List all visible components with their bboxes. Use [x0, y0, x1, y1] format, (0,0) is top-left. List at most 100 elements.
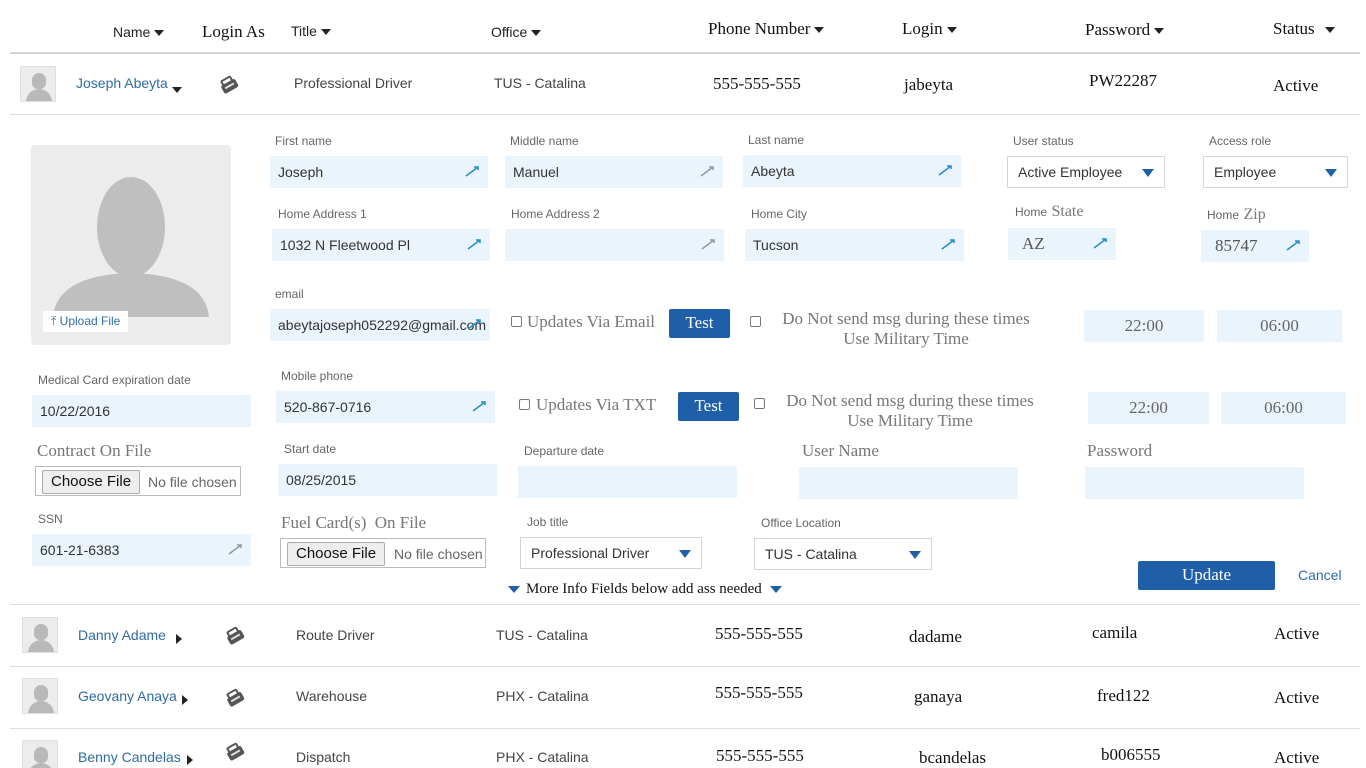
collapse-caret-icon[interactable] — [172, 81, 182, 99]
ssn-field[interactable]: 601-21-6383 — [32, 534, 251, 566]
edit-icon[interactable] — [700, 237, 718, 251]
row-office: TUS - Catalina — [496, 627, 588, 643]
update-button[interactable]: Update — [1138, 561, 1275, 590]
start-date-field[interactable]: 08/25/2015 — [278, 464, 497, 496]
expand-caret-icon[interactable] — [182, 691, 188, 709]
start-date-label: Start date — [284, 442, 337, 456]
password-label: Password — [1087, 441, 1153, 460]
choose-file-button[interactable]: Choose File — [42, 470, 141, 494]
row-name-link[interactable]: Joseph Abeyta — [76, 75, 168, 91]
login-as-icon[interactable] — [218, 74, 240, 101]
departure-date-field[interactable] — [518, 466, 737, 498]
updates-email-checkbox[interactable] — [511, 316, 522, 327]
edit-icon[interactable] — [227, 542, 245, 556]
avatar — [20, 66, 56, 102]
dnd-txt-checkbox[interactable] — [754, 398, 765, 409]
mobile-phone-label: Mobile phone — [281, 369, 354, 383]
home-address1-field[interactable]: 1032 N Fleetwood Pl — [272, 229, 490, 261]
col-header-status[interactable]: Status — [1273, 19, 1335, 39]
username-field[interactable] — [799, 467, 1018, 499]
col-header-phone[interactable]: Phone Number — [708, 19, 825, 39]
row-password: fred122 — [1097, 686, 1150, 705]
file-status: No file chosen — [394, 546, 483, 562]
email-start-time-field[interactable]: 22:00 — [1084, 310, 1204, 342]
login-as-icon[interactable] — [224, 741, 246, 768]
upload-icon: ⤒ — [51, 314, 57, 328]
home-address2-label: Home Address 2 — [511, 207, 600, 221]
col-header-name[interactable]: Name — [113, 24, 165, 40]
password-field[interactable] — [1085, 467, 1304, 499]
edit-icon[interactable] — [699, 164, 717, 178]
home-address2-field[interactable] — [505, 229, 724, 261]
dropdown-arrow-icon — [1142, 169, 1154, 177]
mobile-phone-field[interactable]: 520-867-0716 — [276, 391, 495, 423]
row-divider — [10, 114, 1360, 115]
login-as-icon[interactable] — [224, 625, 246, 652]
chevron-down-icon — [508, 586, 520, 594]
edit-icon[interactable] — [940, 237, 958, 251]
file-status: No file chosen — [148, 474, 237, 490]
login-as-icon[interactable] — [224, 687, 246, 714]
row-login: ganaya — [914, 687, 963, 706]
edit-icon[interactable] — [1092, 236, 1110, 250]
updates-txt-checkbox[interactable] — [519, 399, 530, 410]
medical-card-label: Medical Card expiration date — [38, 373, 191, 387]
office-location-label: Office Location — [761, 516, 841, 530]
medical-card-date-field[interactable]: 10/22/2016 — [32, 395, 251, 427]
sort-caret-icon — [1324, 27, 1335, 34]
middle-name-label: Middle name — [510, 134, 579, 148]
row-title: Route Driver — [296, 627, 375, 643]
col-header-password[interactable]: Password — [1085, 20, 1165, 40]
edit-icon[interactable] — [471, 399, 489, 413]
edit-icon[interactable] — [466, 317, 484, 331]
fuel-card-label: Fuel Card(s) On File — [281, 513, 427, 532]
txt-start-time-field[interactable]: 22:00 — [1088, 392, 1209, 424]
col-header-title[interactable]: Title — [291, 23, 331, 39]
col-header-office[interactable]: Office — [491, 24, 542, 40]
edit-icon[interactable] — [466, 237, 484, 251]
home-zip-label: Home Zip — [1207, 206, 1266, 223]
row-phone: 555-555-555 — [715, 624, 803, 643]
dnd-email-checkbox[interactable] — [750, 316, 761, 327]
row-office: PHX - Catalina — [496, 749, 589, 765]
fuel-card-file-input[interactable]: Choose File No file chosen — [280, 538, 486, 568]
row-title: Warehouse — [296, 688, 368, 704]
expand-caret-icon[interactable] — [176, 630, 182, 648]
edit-icon[interactable] — [464, 164, 482, 178]
email-end-time-field[interactable]: 06:00 — [1217, 310, 1342, 342]
row-status: Active — [1274, 748, 1320, 767]
email-field[interactable]: abeytajoseph052292@gmail.com — [270, 309, 490, 341]
test-email-button[interactable]: Test — [669, 309, 730, 338]
row-name-link[interactable]: Benny Candelas — [78, 749, 181, 765]
cancel-button[interactable]: Cancel — [1298, 567, 1342, 583]
row-name-link[interactable]: Danny Adame — [78, 627, 166, 643]
more-info-toggle[interactable]: More Info Fields below add ass needed — [508, 581, 782, 598]
expand-caret-icon[interactable] — [187, 751, 193, 768]
home-state-label: Home State — [1015, 203, 1084, 220]
home-city-field[interactable]: Tucson — [745, 229, 964, 261]
txt-end-time-field[interactable]: 06:00 — [1221, 392, 1346, 424]
upload-file-button[interactable]: ⤒ Upload File — [43, 311, 129, 332]
row-divider — [10, 728, 1360, 729]
edit-icon[interactable] — [937, 163, 955, 177]
username-label: User Name — [802, 441, 879, 460]
job-title-select[interactable]: Professional Driver — [520, 537, 702, 569]
choose-file-button[interactable]: Choose File — [287, 542, 386, 566]
row-name-link[interactable]: Geovany Anaya — [78, 688, 177, 704]
user-status-select[interactable]: Active Employee — [1007, 156, 1165, 188]
access-role-select[interactable]: Employee — [1203, 156, 1348, 188]
edit-icon[interactable] — [1285, 238, 1303, 252]
contract-file-input[interactable]: Choose File No file chosen — [35, 466, 241, 496]
col-header-login[interactable]: Login — [902, 19, 957, 39]
row-status: Active — [1274, 688, 1320, 707]
middle-name-field[interactable]: Manuel — [505, 156, 723, 188]
office-location-select[interactable]: TUS - Catalina — [754, 538, 932, 570]
home-zip-field[interactable]: 85747 — [1201, 230, 1309, 262]
profile-photo: ⤒ Upload File — [31, 145, 231, 345]
test-txt-button[interactable]: Test — [678, 392, 739, 421]
first-name-field[interactable]: Joseph — [270, 156, 488, 188]
updates-txt-label: Updates Via TXT — [536, 395, 657, 414]
last-name-field[interactable]: Abeyta — [743, 155, 961, 187]
row-office: TUS - Catalina — [494, 75, 586, 91]
home-state-field[interactable]: AZ — [1008, 228, 1116, 260]
